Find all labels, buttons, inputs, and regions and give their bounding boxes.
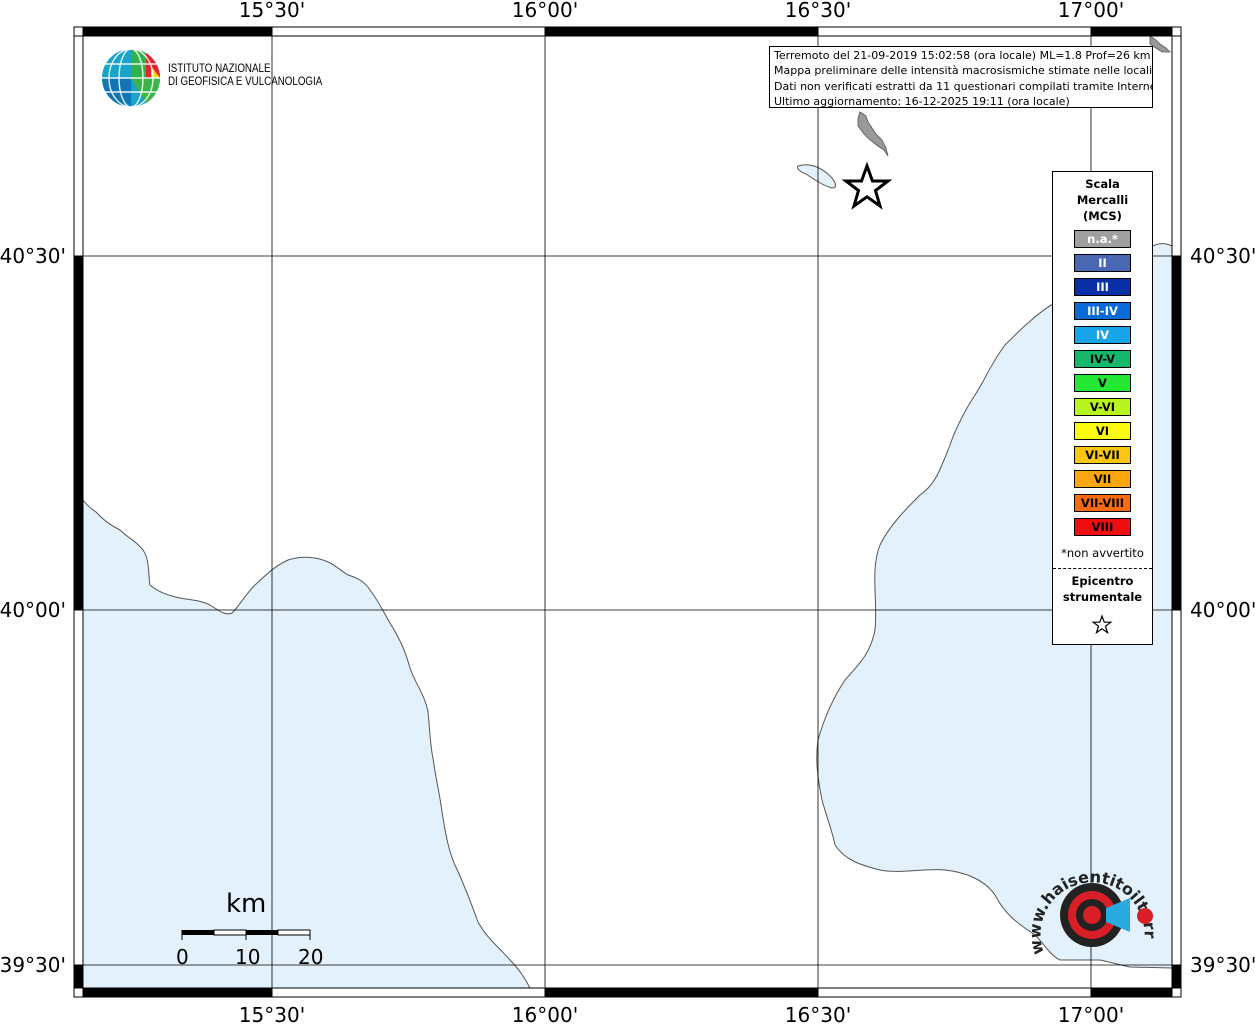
bottom-longitude-label: 17°00' xyxy=(1058,1003,1124,1024)
top-longitude-label: 15°30' xyxy=(239,0,305,22)
scale-bar-unit: km xyxy=(226,889,267,919)
ingv-logo-text: ISTITUTO NAZIONALE DI GEOFISICA E VULCAN… xyxy=(168,63,322,89)
frame-corner xyxy=(73,26,84,37)
frame-top-segment xyxy=(82,26,273,37)
event-info-box: Terremoto del 21-09-2019 15:02:58 (ora l… xyxy=(769,46,1153,108)
frame-left-segment xyxy=(73,609,84,966)
left-latitude-label: 40°00' xyxy=(0,598,66,622)
frame-left-segment xyxy=(73,964,84,989)
top-longitude-label: 17°00' xyxy=(1058,0,1124,22)
frame-right-segment xyxy=(1171,609,1182,966)
frame-bottom-segment xyxy=(1090,987,1173,998)
ingv-logo-line1: ISTITUTO NAZIONALE xyxy=(168,63,271,75)
right-latitude-label: 40°30' xyxy=(1190,244,1255,268)
legend-item: VI xyxy=(1074,422,1131,440)
legend-title-line2: Mercalli xyxy=(1076,193,1129,207)
info-line-updated: Ultimo aggiornamento: 16-12-2025 19:11 (… xyxy=(774,94,1070,108)
legend-item: III-IV xyxy=(1074,302,1131,320)
frame-right-segment xyxy=(1171,35,1182,257)
bottom-longitude-label: 16°30' xyxy=(785,1003,851,1024)
legend-epicenter-line2: strumentale xyxy=(1062,590,1143,604)
legend-item: VII-VIII xyxy=(1074,494,1131,512)
legend-item: VIII xyxy=(1074,518,1131,536)
frame-bottom-segment xyxy=(82,987,273,998)
frame-corner xyxy=(73,987,84,998)
legend-item: IV-V xyxy=(1074,350,1131,368)
legend-epicenter-label: Epicentro strumentale xyxy=(1053,573,1152,605)
mcs-legend: Scala Mercalli (MCS) n.a.* II III III-IV IV I… xyxy=(1052,171,1153,645)
legend-item: IV xyxy=(1074,326,1131,344)
legend-note: *non avvertito xyxy=(1061,546,1144,560)
frame-left-segment xyxy=(73,255,84,611)
legend-title-line1: Scala xyxy=(1085,177,1120,191)
bottom-longitude-label: 15°30' xyxy=(239,1003,305,1024)
legend-title: Scala Mercalli (MCS) xyxy=(1053,176,1152,224)
legend-divider xyxy=(1053,568,1152,569)
right-latitude-label: 39°30' xyxy=(1190,953,1255,977)
left-latitude-label: 40°30' xyxy=(0,244,66,268)
haisentito-logo: www.haisentitoilterremoto.it xyxy=(1024,843,1162,973)
frame-right-segment xyxy=(1171,255,1182,611)
left-latitude-label: 39°30' xyxy=(0,953,66,977)
legend-item: II xyxy=(1074,254,1131,272)
frame-corner xyxy=(1171,26,1182,37)
info-line-event: Terremoto del 21-09-2019 15:02:58 (ora l… xyxy=(774,49,1151,62)
legend-item: VI-VII xyxy=(1074,446,1131,464)
legend-item: III xyxy=(1074,278,1131,296)
frame-bottom-segment xyxy=(544,987,819,998)
frame-bottom-segment xyxy=(817,987,1092,998)
ingv-globe-icon xyxy=(102,48,161,108)
legend-item: V-VI xyxy=(1074,398,1131,416)
scale-bar-tick-10: 10 xyxy=(235,945,261,969)
scale-bar-tick-0: 0 xyxy=(176,945,189,969)
info-line-description: Mappa preliminare delle intensità macros… xyxy=(774,64,1153,78)
legend-title-line3: (MCS) xyxy=(1083,209,1122,223)
bottom-longitude-label: 16°00' xyxy=(512,1003,578,1024)
right-latitude-label: 40°00' xyxy=(1190,598,1255,622)
frame-corner xyxy=(1171,987,1182,998)
legend-star-icon xyxy=(1091,614,1113,635)
frame-right-segment xyxy=(1171,964,1182,989)
frame-top-segment xyxy=(544,26,819,37)
legend-item: n.a.* xyxy=(1074,230,1131,248)
top-longitude-label: 16°00' xyxy=(512,0,578,22)
legend-epicenter-line1: Epicentro xyxy=(1071,574,1134,588)
scale-bar-tick-20: 20 xyxy=(298,945,324,969)
frame-bottom-segment xyxy=(271,987,546,998)
ingv-logo: ISTITUTO NAZIONALE DI GEOFISICA E VULCAN… xyxy=(101,48,322,110)
frame-left-segment xyxy=(73,35,84,257)
info-line-source: Dati non verificati estratti da 11 quest… xyxy=(774,79,1153,93)
top-longitude-label: 16°30' xyxy=(785,0,851,22)
ingv-logo-line2: DI GEOFISICA E VULCANOLOGIA xyxy=(168,76,323,88)
haisentito-logo-icon: www.haisentitoilterremoto.it xyxy=(1024,843,1160,957)
legend-item: V xyxy=(1074,374,1131,392)
frame-top-segment xyxy=(271,26,546,37)
frame-top-segment xyxy=(817,26,1092,37)
legend-item: VII xyxy=(1074,470,1131,488)
frame-top-segment xyxy=(1090,26,1173,37)
